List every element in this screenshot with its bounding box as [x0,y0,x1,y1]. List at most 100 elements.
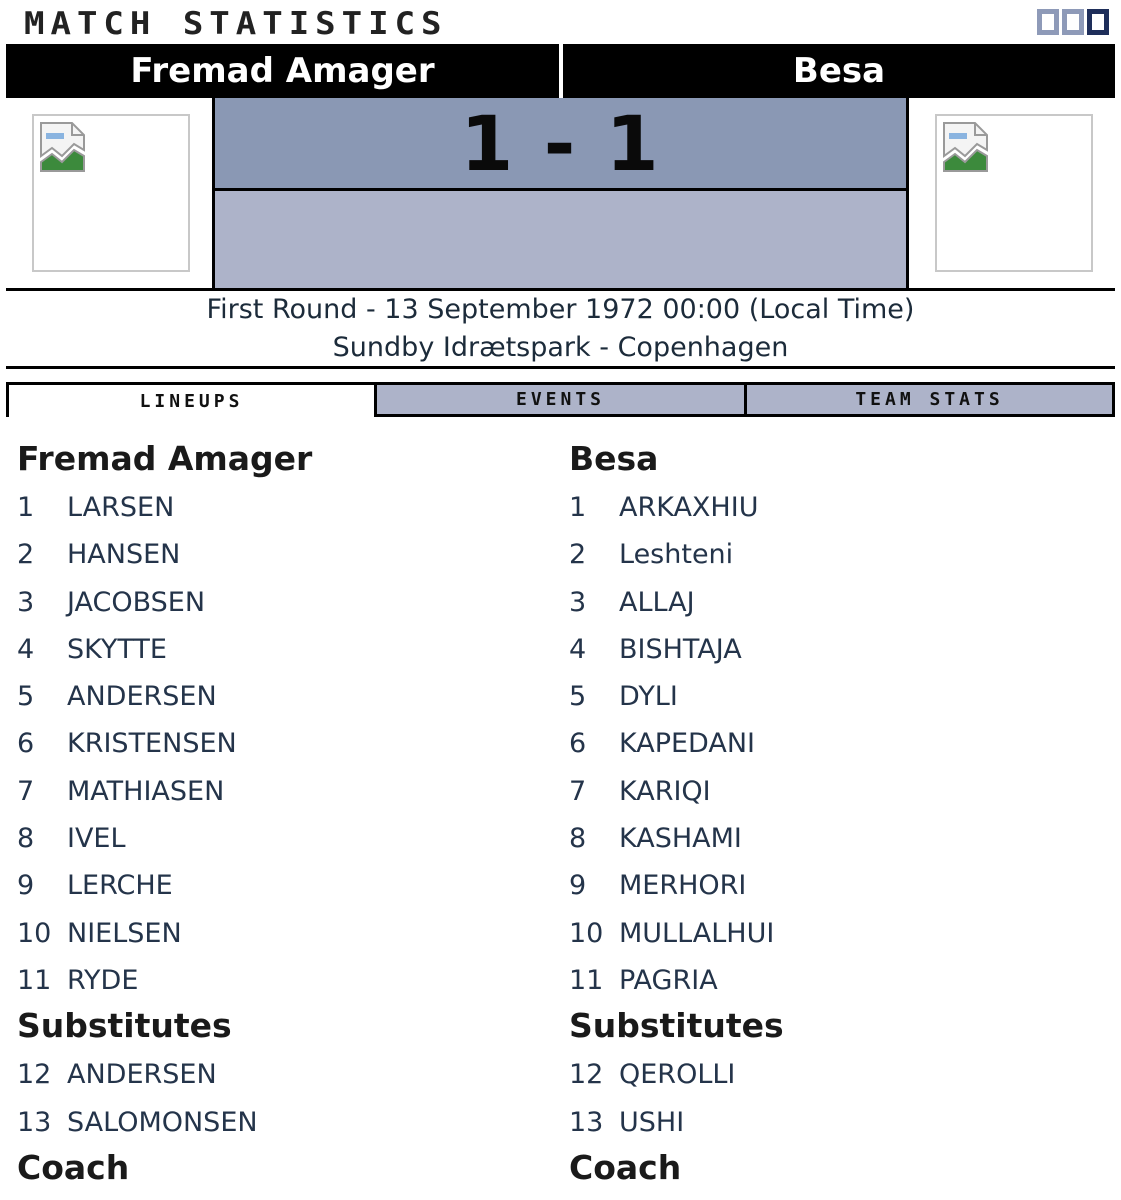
away-lineup: Besa 1 ARKAXHIU 2 Leshteni 3 ALLAJ 4 BISHTAJ… [569,437,1109,1193]
player-name: QEROLLI [619,1059,736,1091]
list-item: 9 MERHORI [569,862,1109,909]
list-item: 12 ANDERSEN [17,1051,557,1098]
divider [6,288,1115,291]
player-name: KARIQI [619,775,711,807]
maximize-icon[interactable] [1062,9,1084,35]
player-number: 1 [17,492,35,523]
player-name: LERCHE [67,870,173,902]
player-name: KAPEDANI [619,728,755,760]
player-name: USHI [619,1106,685,1138]
list-item: 7 KARIQI [569,768,1109,815]
player-name: MERHORI [619,870,747,902]
coach-heading: Coach [17,1147,130,1187]
player-name: ANDERSEN [67,681,217,713]
player-name: ANDERSEN [67,1059,217,1091]
player-number: 6 [17,728,35,760]
player-number: 7 [17,775,35,807]
home-lineup: Fremad Amager 1 LARSEN 2 HANSEN 3 JACOBSEN … [17,437,557,1193]
list-item: 4 BISHTAJA [569,626,1109,673]
player-number: 10 [17,917,52,949]
away-team-header: Besa [563,44,1115,98]
substitutes-heading: Substitutes [569,1006,784,1046]
player-number: 1 [569,492,587,523]
player-number: 9 [569,870,587,902]
tab-lineups[interactable]: LINEUPS [6,382,374,417]
player-number: 7 [569,775,587,807]
tab-events[interactable]: EVENTS [374,382,747,417]
player-name: IVEL [67,823,126,855]
player-name: MATHIASEN [67,775,225,807]
player-name: SALOMONSEN [67,1106,258,1138]
list-item: 1 ARKAXHIU [569,484,1109,531]
tab-team-stats[interactable]: TEAM STATS [747,382,1115,417]
player-number: 8 [17,823,35,855]
window-controls [1037,9,1109,35]
list-item: 10 MULLALHUI [569,910,1109,957]
player-number: 5 [17,681,35,713]
list-item: 13 USHI [569,1099,1109,1146]
list-item: 4 SKYTTE [17,626,557,673]
tab-bar: LINEUPS EVENTS TEAM STATS [6,382,1115,417]
list-item: 5 ANDERSEN [17,673,557,720]
player-number: 2 [17,539,35,571]
list-item: 8 IVEL [17,815,557,862]
list-item: 12 QEROLLI [569,1051,1109,1098]
player-name: JACOBSEN [67,586,206,618]
home-team-logo [32,114,190,272]
broken-image-icon [40,122,85,172]
close-icon[interactable] [1087,9,1109,35]
score-panel: 1 - 1 [212,98,909,288]
player-number: 8 [569,823,587,855]
player-name: ALLAJ [619,586,695,618]
player-name: LARSEN [67,492,175,523]
substitutes-heading: Substitutes [17,1006,232,1046]
player-name: RYDE [67,964,139,996]
player-number: 12 [569,1059,604,1091]
list-item: 1 LARSEN [17,484,557,531]
title-bar: MATCH STATISTICS [0,0,1121,44]
player-number: 2 [569,539,587,571]
player-name: KRISTENSEN [67,728,237,760]
player-name: HANSEN [67,539,181,571]
player-name: SKYTTE [67,633,167,665]
broken-image-icon [943,122,988,172]
player-number: 11 [569,964,604,996]
player-name: MULLALHUI [619,917,775,949]
player-name: DYLI [619,681,678,713]
list-item: 10 NIELSEN [17,910,557,957]
player-number: 4 [17,633,35,665]
list-item: 5 DYLI [569,673,1109,720]
list-item: 2 Leshteni [569,531,1109,578]
player-number: 13 [17,1106,52,1138]
player-name: NIELSEN [67,917,182,949]
home-team-name: Fremad Amager [17,439,313,478]
list-item: 9 LERCHE [17,862,557,909]
minimize-icon[interactable] [1037,9,1059,35]
list-item: 11 RYDE [17,957,557,1004]
scorers-box [215,191,906,288]
player-name: ARKAXHIU [619,492,759,523]
player-number: 9 [17,870,35,902]
player-number: 5 [569,681,587,713]
home-team-header: Fremad Amager [6,44,559,98]
player-number: 3 [569,586,587,618]
player-number: 12 [17,1059,52,1091]
player-number: 6 [569,728,587,760]
divider [6,366,1115,369]
match-date-info: First Round - 13 September 1972 00:00 (L… [206,294,915,325]
away-team-logo [935,114,1093,272]
list-item: 11 PAGRIA [569,957,1109,1004]
list-item: 13 SALOMONSEN [17,1099,557,1146]
player-name: BISHTAJA [619,633,742,665]
player-name: KASHAMI [619,823,742,855]
score-box: 1 - 1 [215,98,906,191]
player-name: PAGRIA [619,964,718,996]
player-number: 4 [569,633,587,665]
player-number: 10 [569,917,604,949]
list-item: 6 KAPEDANI [569,720,1109,767]
player-number: 11 [17,964,52,996]
player-name: Leshteni [619,539,734,571]
player-number: 3 [17,586,35,618]
list-item: 2 HANSEN [17,531,557,578]
list-item: 3 ALLAJ [569,579,1109,626]
